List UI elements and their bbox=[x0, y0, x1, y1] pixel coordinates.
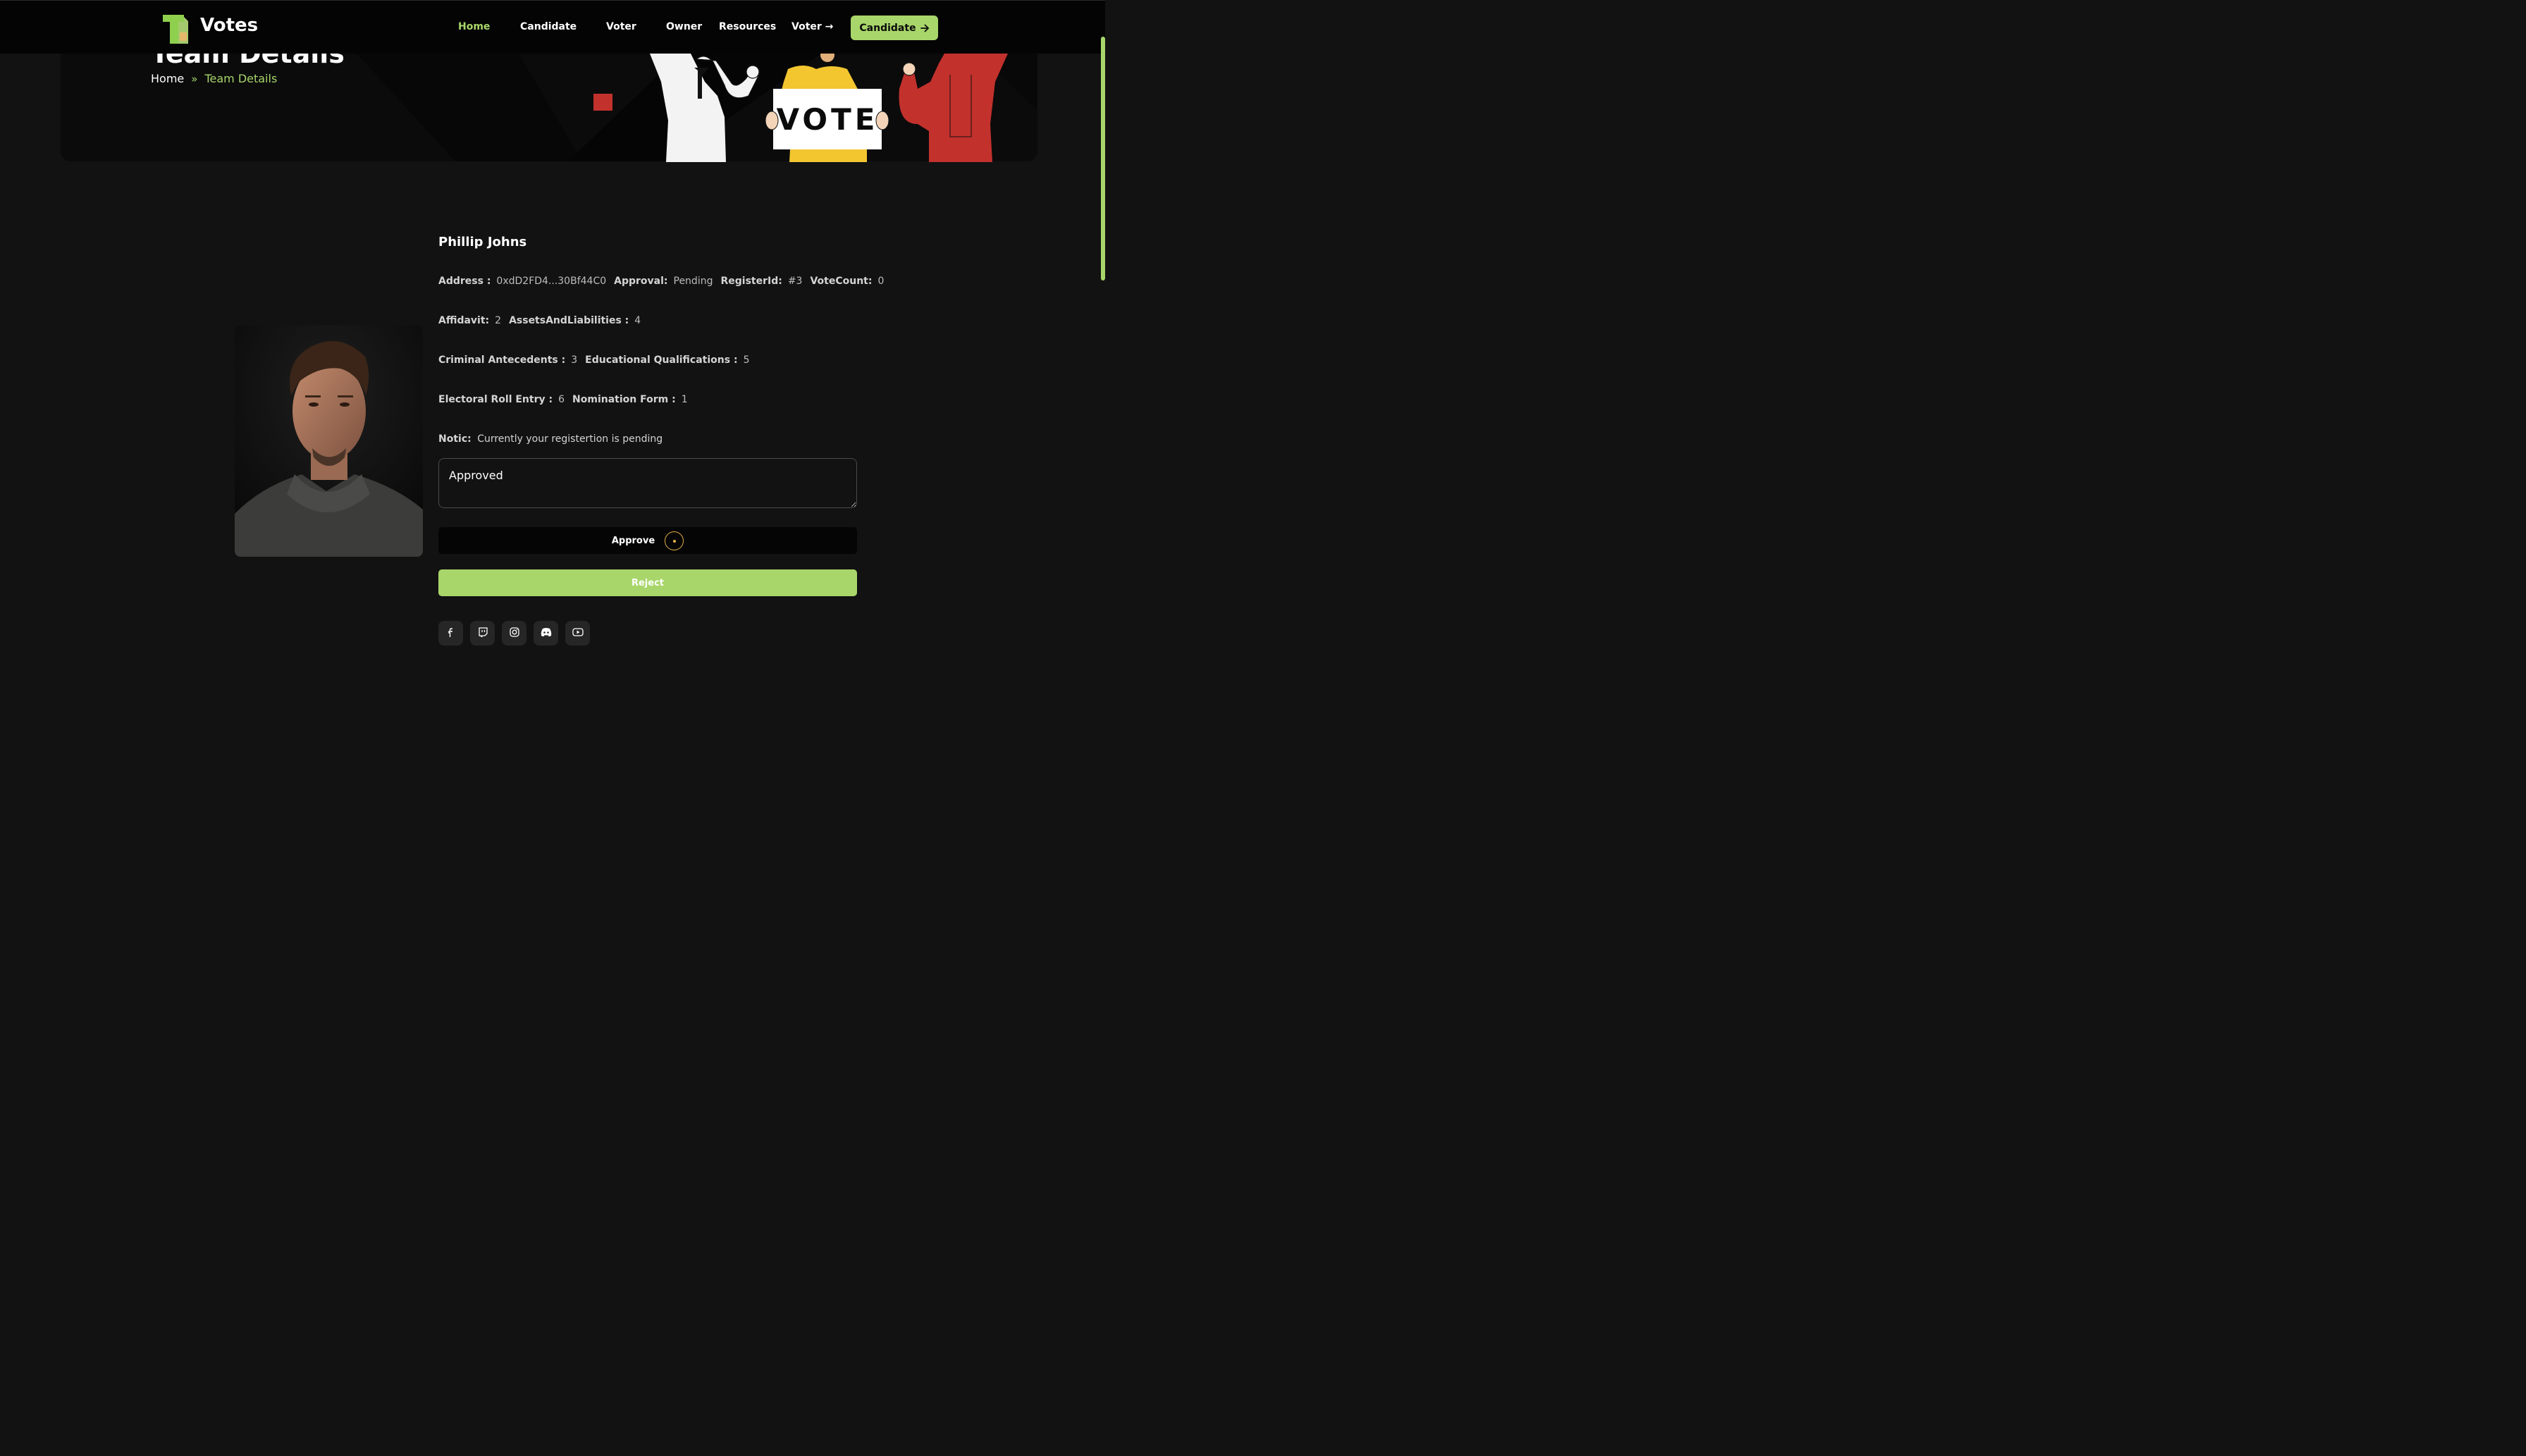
approve-button[interactable]: Approve bbox=[438, 527, 857, 554]
nomination-value: 1 bbox=[681, 394, 688, 405]
arrow-right-icon bbox=[920, 24, 929, 32]
scrollbar-thumb[interactable] bbox=[1101, 37, 1105, 280]
candidate-photo bbox=[235, 325, 423, 557]
navbar: Votes Home Candidate Voter Owner Resourc… bbox=[0, 0, 1105, 54]
message-textarea[interactable]: Approved bbox=[438, 458, 857, 508]
nomination-label: Nomination Form : bbox=[572, 394, 676, 405]
criminal-value: 3 bbox=[571, 354, 578, 366]
breadcrumb-current: Team Details bbox=[204, 72, 278, 85]
candidate-cta-button[interactable]: Candidate bbox=[851, 16, 938, 40]
education-label: Educational Qualifications : bbox=[585, 354, 738, 366]
education-value: 5 bbox=[743, 354, 750, 366]
youtube-icon bbox=[572, 628, 584, 636]
nav-home[interactable]: Home bbox=[458, 21, 490, 32]
approve-label: Approve bbox=[611, 535, 655, 546]
nav-candidate[interactable]: Candidate bbox=[520, 21, 577, 32]
assets-label: AssetsAndLiabilities : bbox=[509, 315, 629, 326]
register-id-value: #3 bbox=[787, 276, 803, 287]
address-label: Address : bbox=[438, 276, 491, 287]
details-row-3: Criminal Antecedents : 3 Educational Qua… bbox=[438, 354, 757, 366]
vote-count-value: 0 bbox=[877, 276, 885, 287]
address-value: 0xdD2FD4...30Bf44C0 bbox=[496, 276, 607, 287]
double-chevron-right-icon: » bbox=[191, 72, 198, 85]
hero-banner: Team Details Home » Team Details VOTE bbox=[0, 54, 1105, 162]
facebook-icon bbox=[448, 628, 452, 637]
nav-resources[interactable]: Resources bbox=[719, 21, 776, 32]
social-twitch[interactable] bbox=[470, 621, 495, 646]
notice-text: Currently your registertion is pending bbox=[477, 433, 663, 445]
reject-button[interactable]: Reject bbox=[438, 569, 857, 596]
logo-icon[interactable] bbox=[163, 13, 188, 44]
social-instagram[interactable] bbox=[502, 621, 526, 646]
instagram-icon bbox=[509, 627, 519, 637]
social-facebook[interactable] bbox=[438, 621, 463, 646]
approval-value: Pending bbox=[673, 276, 713, 287]
social-links bbox=[438, 621, 590, 646]
candidate-name: Phillip Johns bbox=[438, 235, 527, 249]
social-youtube[interactable] bbox=[565, 621, 590, 646]
twitch-icon bbox=[478, 627, 488, 637]
affidavit-label: Affidavit: bbox=[438, 315, 490, 326]
page-title: Team Details bbox=[151, 54, 345, 69]
approval-label: Approval: bbox=[614, 276, 668, 287]
criminal-label: Criminal Antecedents : bbox=[438, 354, 566, 366]
registration-notice: Notic: Currently your registertion is pe… bbox=[438, 433, 663, 445]
assets-value: 4 bbox=[634, 315, 641, 326]
discord-icon bbox=[541, 628, 551, 636]
details-row-4: Electoral Roll Entry : 6 Nomination Form… bbox=[438, 394, 696, 405]
brand-name[interactable]: Votes bbox=[200, 15, 258, 36]
notice-label: Notic: bbox=[438, 433, 472, 445]
voters-illustration: VOTE bbox=[593, 54, 1008, 162]
details-row-2: Affidavit: 2 AssetsAndLiabilities : 4 bbox=[438, 315, 648, 326]
vote-count-label: VoteCount: bbox=[810, 276, 873, 287]
breadcrumb-home[interactable]: Home bbox=[151, 72, 184, 85]
candidate-cta-label: Candidate bbox=[859, 22, 916, 34]
breadcrumb: Home » Team Details bbox=[151, 72, 277, 85]
nav-owner[interactable]: Owner bbox=[666, 21, 702, 32]
nav-voter-arrow[interactable]: Voter → bbox=[791, 21, 833, 32]
affidavit-value: 2 bbox=[495, 315, 502, 326]
nav-voter[interactable]: Voter bbox=[606, 21, 636, 32]
register-id-label: RegisterId: bbox=[720, 276, 782, 287]
electoral-label: Electoral Roll Entry : bbox=[438, 394, 553, 405]
loading-spinner-icon bbox=[665, 531, 684, 550]
social-discord[interactable] bbox=[534, 621, 558, 646]
electoral-value: 6 bbox=[558, 394, 565, 405]
vote-sign-text: VOTE bbox=[777, 102, 879, 137]
details-row-1: Address : 0xdD2FD4...30Bf44C0 Approval: … bbox=[438, 276, 892, 287]
